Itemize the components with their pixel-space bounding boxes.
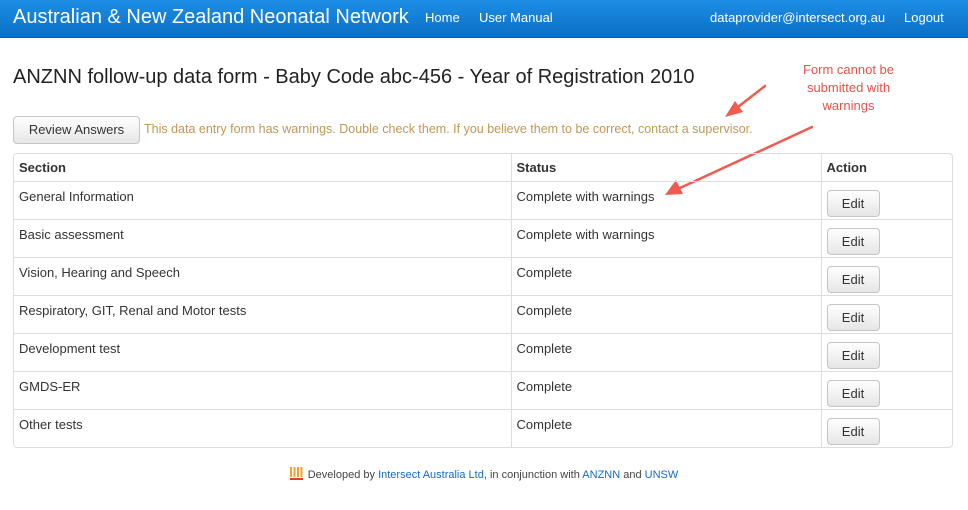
status-cell: Complete with warnings (510, 218, 821, 257)
table-row: Respiratory, GIT, Renal and Motor tests … (14, 294, 952, 333)
edit-button[interactable]: Edit (826, 265, 880, 293)
action-cell: Edit (820, 218, 952, 257)
arrow-to-warning-head (725, 101, 743, 117)
edit-button[interactable]: Edit (826, 303, 880, 331)
footer-middle: , in conjunction with (483, 469, 580, 481)
action-cell: Edit (820, 256, 952, 295)
intersect-link[interactable]: Intersect Australia Ltd (378, 469, 484, 481)
edit-button[interactable]: Edit (826, 379, 880, 407)
nav-logout-link[interactable]: Logout (904, 10, 944, 25)
intersect-logo-icon (289, 467, 303, 480)
action-cell: Edit (820, 408, 952, 447)
action-cell: Edit (820, 294, 952, 333)
section-cell: GMDS-ER (14, 370, 511, 409)
status-cell: Complete (510, 294, 821, 333)
brand-title[interactable]: Australian & New Zealand Neonatal Networ… (13, 6, 409, 29)
section-cell: Vision, Hearing and Speech (14, 256, 511, 295)
footer-prefix: Developed by (307, 469, 375, 481)
navbar: Australian & New Zealand Neonatal Networ… (0, 0, 968, 38)
edit-button[interactable]: Edit (826, 189, 880, 217)
warning-message: This data entry form has warnings. Doubl… (144, 122, 753, 136)
table-row: Vision, Hearing and Speech Complete Edit (14, 256, 952, 295)
status-cell: Complete (510, 332, 821, 371)
table-row: General Information Complete with warnin… (14, 180, 952, 219)
nav-user-email-link[interactable]: dataprovider@intersect.org.au (710, 10, 885, 25)
section-cell: Development test (14, 332, 511, 371)
edit-button[interactable]: Edit (826, 341, 880, 369)
unsw-link[interactable]: UNSW (645, 469, 679, 481)
section-cell: Other tests (14, 408, 511, 447)
section-cell: Basic assessment (14, 218, 511, 257)
status-cell: Complete (510, 256, 821, 295)
table-header-row: Section Status Action (14, 154, 952, 181)
status-cell: Complete (510, 408, 821, 447)
action-cell: Edit (820, 180, 952, 219)
edit-button[interactable]: Edit (826, 417, 880, 445)
nav-user-manual-link[interactable]: User Manual (479, 10, 553, 25)
table-row: Basic assessment Complete with warnings … (14, 218, 952, 257)
nav-home-link[interactable]: Home (425, 10, 460, 25)
review-answers-button[interactable]: Review Answers (13, 116, 140, 144)
status-cell: Complete (510, 370, 821, 409)
sections-table: Section Status Action General Informatio… (13, 153, 953, 448)
status-cell: Complete with warnings (510, 180, 821, 219)
section-cell: General Information (14, 180, 511, 219)
action-cell: Edit (820, 332, 952, 371)
section-cell: Respiratory, GIT, Renal and Motor tests (14, 294, 511, 333)
status-header: Status (510, 154, 821, 181)
section-header: Section (19, 160, 66, 175)
footer: Developed by Intersect Australia Ltd, in… (0, 467, 968, 481)
action-header: Action (820, 154, 952, 181)
footer-and: and (623, 469, 642, 481)
anznn-link[interactable]: ANZNN (582, 469, 620, 481)
table-row: GMDS-ER Complete Edit (14, 370, 952, 409)
table-row: Other tests Complete Edit (14, 408, 952, 447)
action-cell: Edit (820, 370, 952, 409)
table-row: Development test Complete Edit (14, 332, 952, 371)
annotation-note: Form cannot be submitted with warnings (802, 62, 895, 113)
arrow-to-warning-line (732, 84, 767, 112)
page-title: ANZNN follow-up data form - Baby Code ab… (13, 66, 695, 88)
edit-button[interactable]: Edit (826, 227, 880, 255)
